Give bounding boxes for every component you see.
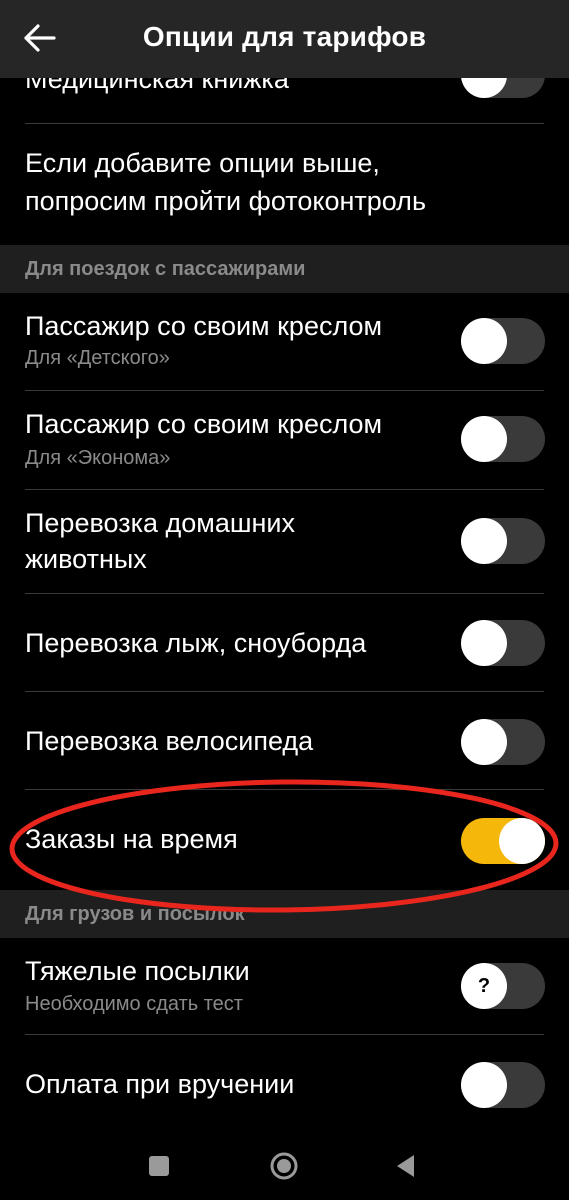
option-label-line2: животных <box>25 544 147 574</box>
option-row-own-seat-economy[interactable]: Пассажир со своим креслом Для «Эконома» <box>0 391 569 489</box>
option-label-line1: Перевозка домашних <box>25 508 296 538</box>
option-label: Тяжелые посылки <box>25 956 250 986</box>
toggle-switch[interactable] <box>461 1062 545 1108</box>
question-mark-icon: ? <box>477 975 491 997</box>
toggle-switch-locked[interactable]: ? <box>461 963 545 1009</box>
toggle-knob <box>461 1062 507 1108</box>
toggle-knob <box>461 518 507 564</box>
option-row-cash-on-delivery[interactable]: Оплата при вручении <box>0 1035 569 1132</box>
toggle-switch[interactable] <box>461 719 545 765</box>
toggle-knob <box>499 818 545 864</box>
option-sublabel: Для «Детского» <box>25 347 170 369</box>
info-text-line2: попросим пройти фотоконтроль <box>25 186 427 216</box>
page-title: Опции для тарифов <box>142 21 427 52</box>
option-label: Пассажир со своим креслом <box>25 409 383 439</box>
toggle-switch[interactable] <box>461 620 545 666</box>
toggle-switch[interactable] <box>461 518 545 564</box>
section-header-passengers: Для поездок с пассажирами <box>0 245 569 293</box>
toggle-knob: ? <box>461 963 507 1009</box>
toggle-switch[interactable] <box>461 318 545 364</box>
section-header-cargo: Для грузов и посылок <box>0 890 569 938</box>
app-header: Опции для тарифов <box>0 0 569 78</box>
system-nav-bar <box>0 1132 569 1200</box>
option-label: Пассажир со своим креслом <box>25 311 383 341</box>
option-row-pets[interactable]: Перевозка домашних животных <box>0 490 569 594</box>
toggle-knob <box>461 620 507 666</box>
option-row-heavy-parcels[interactable]: Тяжелые посылки Необходимо сдать тест ? <box>0 938 569 1035</box>
option-label: Оплата при вручении <box>25 1069 295 1099</box>
option-label: Перевозка велосипеда <box>25 726 314 756</box>
option-row-own-seat-child[interactable]: Пассажир со своим креслом Для «Детского» <box>0 293 569 391</box>
options-list[interactable]: Медицинская книжка Если добавите опции в… <box>0 0 569 1132</box>
section-title: Для грузов и посылок <box>25 903 245 925</box>
option-row-bicycle[interactable]: Перевозка велосипеда <box>0 692 569 790</box>
triangle-back-icon[interactable] <box>386 1146 426 1186</box>
toggle-knob <box>461 416 507 462</box>
option-row-scheduled-orders[interactable]: Заказы на время <box>0 790 569 890</box>
info-text-line1: Если добавите опции выше, <box>25 148 380 178</box>
option-label: Перевозка лыж, сноуборда <box>25 628 367 658</box>
option-row-ski[interactable]: Перевозка лыж, сноуборда <box>0 594 569 692</box>
toggle-knob <box>461 719 507 765</box>
option-label: Заказы на время <box>25 824 238 854</box>
toggle-knob <box>461 318 507 364</box>
circle-home-icon[interactable] <box>264 1146 304 1186</box>
option-sublabel: Необходимо сдать тест <box>25 993 243 1015</box>
toggle-switch[interactable] <box>461 416 545 462</box>
divider <box>25 123 544 124</box>
option-sublabel: Для «Эконома» <box>25 447 171 469</box>
toggle-switch-on[interactable] <box>461 818 545 864</box>
square-icon[interactable] <box>139 1146 179 1186</box>
section-title: Для поездок с пассажирами <box>25 258 306 280</box>
